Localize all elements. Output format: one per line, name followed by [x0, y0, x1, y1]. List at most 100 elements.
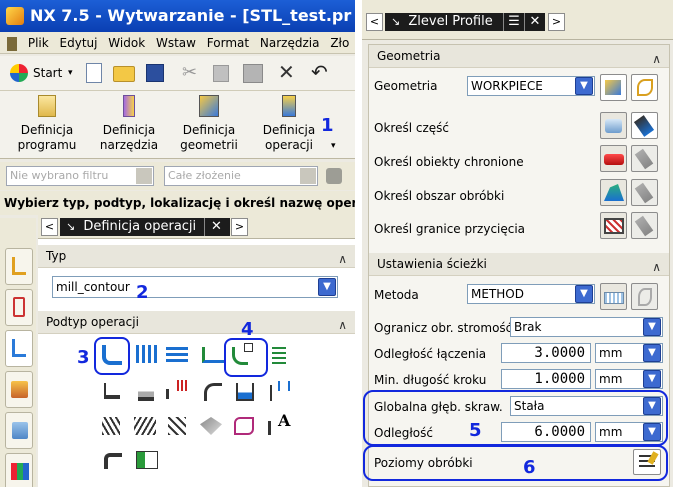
profile-3d-icon[interactable]	[230, 411, 260, 440]
geometry-collapse-icon[interactable]: ∧	[652, 48, 661, 70]
merge-unit-dropdown-icon[interactable]: ▼	[643, 344, 661, 362]
cut-icon[interactable]: ✂	[182, 62, 197, 83]
dialog-close-button[interactable]: ✕	[204, 218, 228, 236]
flowcut-smooth-icon[interactable]	[162, 411, 192, 440]
global-depth-select[interactable]: Stała ▼	[510, 396, 663, 416]
geometry-dropdown-icon[interactable]: ▼	[575, 77, 593, 95]
new-method-icon[interactable]	[600, 283, 627, 310]
display-trim-icon[interactable]	[631, 212, 658, 239]
type-filter-dropdown-icon[interactable]	[136, 168, 152, 184]
contour-steep-icon[interactable]	[230, 377, 260, 406]
edit-method-icon[interactable]	[631, 283, 658, 310]
flowcut-multiple-icon[interactable]	[96, 411, 126, 440]
subtype-section-header[interactable]: Podtyp operacji ∧	[38, 311, 355, 334]
geometry-select[interactable]: WORKPIECE ▼	[467, 76, 595, 96]
paste-icon[interactable]	[243, 64, 263, 83]
undo-icon[interactable]: ↶	[311, 60, 328, 84]
type-section-header[interactable]: Typ ∧	[38, 245, 355, 268]
contour-text-icon[interactable]: A	[264, 411, 294, 440]
menu-tools[interactable]: Narzędzia	[260, 32, 320, 54]
subtype-collapse-icon[interactable]: ∧	[338, 314, 347, 336]
scope-filter-dropdown-icon[interactable]	[300, 168, 316, 184]
method-dropdown-icon[interactable]: ▼	[575, 285, 593, 303]
type-dropdown-icon[interactable]: ▼	[318, 278, 336, 296]
zlevel-pin-icon[interactable]: ↘	[391, 15, 400, 28]
dialog-nav-right[interactable]: >	[231, 218, 248, 236]
machine-tool-navigator-tab[interactable]	[5, 289, 33, 326]
contour-surface-area-icon[interactable]	[162, 377, 192, 406]
distance-unit-dropdown-icon[interactable]: ▼	[643, 423, 661, 441]
method-navigator-tab[interactable]	[5, 330, 33, 367]
copy-icon[interactable]	[213, 65, 229, 82]
delete-icon[interactable]: ✕	[278, 60, 295, 84]
mill-control-icon[interactable]	[132, 445, 162, 474]
new-file-icon[interactable]	[86, 63, 102, 83]
menu-view[interactable]: Widok	[108, 32, 145, 54]
global-depth-dropdown-icon[interactable]: ▼	[643, 397, 661, 415]
steep-containment-select[interactable]: Brak ▼	[510, 317, 663, 337]
menu-assemblies[interactable]: Zło	[330, 32, 349, 54]
create-tool-button[interactable]: Definicja narzędzia	[92, 95, 166, 153]
status-prompt: Wybierz typ, podtyp, lokalizację i okreś…	[0, 191, 355, 215]
type-select-value: mill_contour	[56, 280, 130, 294]
type-select[interactable]: mill_contour ▼	[52, 276, 338, 298]
display-check-icon[interactable]	[631, 145, 658, 172]
plunge-milling-icon[interactable]	[132, 341, 162, 370]
create-geometry-button[interactable]: Definicja geometrii	[172, 95, 246, 153]
path-settings-collapse-icon[interactable]: ∧	[652, 256, 661, 278]
zlevel-menu-button[interactable]: ☰	[503, 13, 524, 31]
cut-levels-edit-icon[interactable]	[633, 449, 661, 475]
specify-cut-area-icon[interactable]	[600, 179, 627, 206]
specify-part-icon[interactable]	[600, 112, 627, 139]
dialog-nav-left[interactable]: <	[41, 218, 58, 236]
zlevel-nav-left[interactable]: <	[366, 13, 383, 31]
dialog-pin-icon[interactable]: ↘	[66, 220, 75, 233]
operation-navigator-tab[interactable]	[5, 248, 33, 285]
zlevel-corner-icon[interactable]	[266, 341, 296, 370]
menu-edit[interactable]: Edytuj	[60, 32, 98, 54]
open-folder-icon[interactable]	[113, 66, 135, 82]
ribbon-overflow-icon[interactable]: ▾	[331, 141, 336, 151]
scope-filter-combo[interactable]: Całe złożenie	[164, 166, 318, 186]
edit-geometry-icon[interactable]	[631, 74, 658, 101]
new-geometry-icon[interactable]	[600, 74, 627, 101]
min-cut-length-input[interactable]: 1.0000	[501, 369, 591, 389]
menu-insert[interactable]: Wstaw	[156, 32, 196, 54]
distance-input[interactable]: 6.0000	[501, 422, 591, 442]
corner-rough-icon[interactable]	[162, 341, 192, 370]
specify-trim-icon[interactable]	[600, 212, 627, 239]
save-icon[interactable]	[146, 64, 164, 82]
flowcut-single-icon[interactable]	[264, 377, 294, 406]
start-button[interactable]: Start ▾	[10, 62, 78, 84]
mill-user-icon[interactable]	[98, 445, 128, 474]
contour-area-icon[interactable]	[132, 377, 162, 406]
streamline-icon[interactable]	[198, 377, 228, 406]
min-cut-unit-select[interactable]: mm ▼	[595, 369, 663, 389]
fixed-contour-icon[interactable]	[98, 377, 128, 406]
merge-unit-select[interactable]: mm ▼	[595, 343, 663, 363]
display-cut-area-icon[interactable]	[631, 179, 658, 206]
menu-format[interactable]: Format	[207, 32, 249, 54]
type-collapse-icon[interactable]: ∧	[338, 248, 347, 270]
history-tab[interactable]	[5, 412, 33, 449]
solid-profile-3d-icon[interactable]	[196, 411, 226, 440]
method-select[interactable]: METHOD ▼	[467, 284, 595, 304]
menu-file[interactable]: Plik	[28, 32, 49, 54]
type-filter-combo[interactable]: Nie wybrano filtru	[6, 166, 154, 186]
zlevel-close-button[interactable]: ✕	[524, 13, 545, 31]
min-cut-unit-dropdown-icon[interactable]: ▼	[643, 370, 661, 388]
display-part-icon[interactable]	[631, 112, 658, 139]
path-settings-section-header[interactable]: Ustawienia ścieżki ∧	[369, 253, 669, 276]
geometry-section-header[interactable]: Geometria ∧	[369, 45, 669, 68]
specify-check-icon[interactable]	[600, 145, 627, 172]
selection-options-icon[interactable]	[326, 168, 342, 184]
roles-tab[interactable]	[5, 453, 33, 487]
zlevel-nav-right[interactable]: >	[548, 13, 565, 31]
create-operation-button[interactable]: Definicja operacji	[252, 95, 326, 153]
steep-dropdown-icon[interactable]: ▼	[643, 318, 661, 336]
library-tab[interactable]	[5, 371, 33, 408]
flowcut-ref-tool-icon[interactable]	[130, 411, 160, 440]
merge-distance-input[interactable]: 3.0000	[501, 343, 591, 363]
distance-unit-select[interactable]: mm ▼	[595, 422, 663, 442]
create-program-button[interactable]: Definicja programu	[10, 95, 84, 153]
